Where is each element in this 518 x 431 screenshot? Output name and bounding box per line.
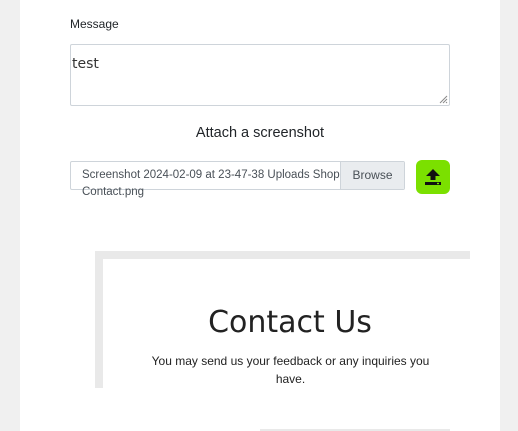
file-name: Screenshot 2024-02-09 at 23-47-38 Upload… [82, 169, 340, 181]
message-textarea[interactable]: test [70, 44, 450, 106]
upload-icon [425, 169, 441, 185]
preview-title: Contact Us [208, 305, 372, 340]
preview-subtitle: You may send us your feedback or any inq… [151, 354, 430, 386]
message-label: Message [70, 17, 119, 31]
attach-screenshot-heading: Attach a screenshot [195, 125, 325, 141]
message-text: test [72, 56, 99, 72]
preview-page: Contact Us You may send us your feedback… [103, 259, 470, 388]
screenshot-preview: Contact Us You may send us your feedback… [95, 251, 470, 388]
resize-grip-icon[interactable] [439, 95, 448, 104]
upload-button[interactable] [416, 160, 450, 194]
contact-form-card: Message test Attach a screenshot Screens… [20, 0, 500, 431]
browse-button[interactable]: Browse [340, 162, 404, 189]
file-name-continued: Contact.png [82, 186, 145, 198]
